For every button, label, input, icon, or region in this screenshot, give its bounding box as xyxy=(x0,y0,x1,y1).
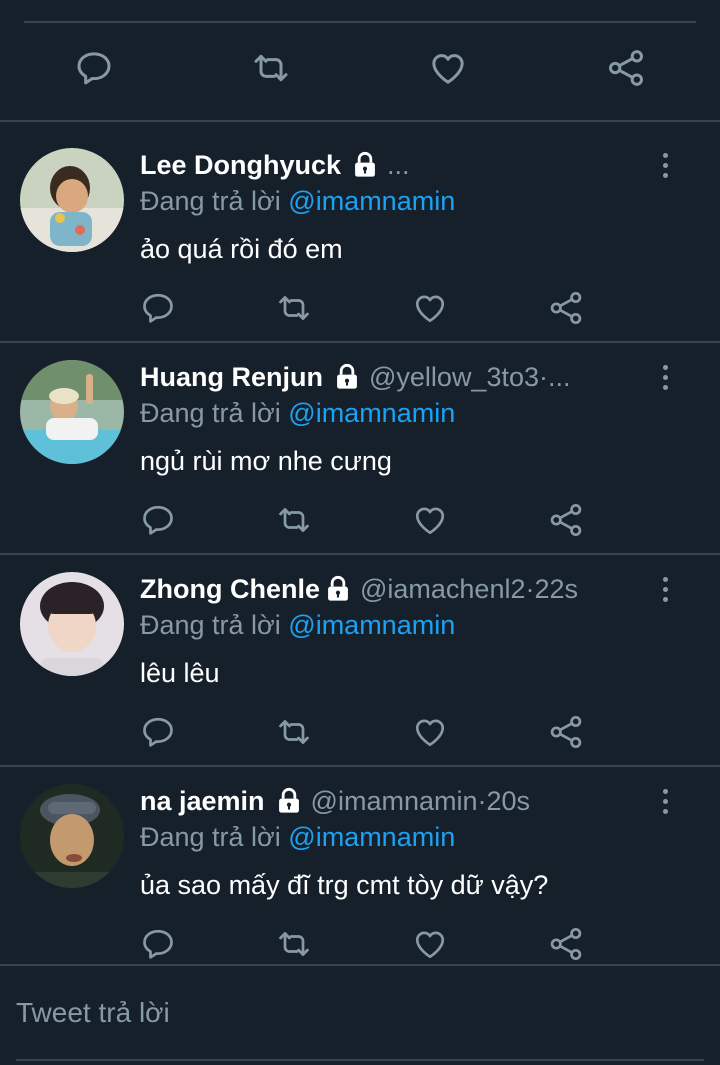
more-options-button[interactable] xyxy=(650,569,680,609)
retweet-button[interactable] xyxy=(275,926,313,962)
display-name[interactable]: Zhong Chenle xyxy=(140,571,320,607)
like-button[interactable] xyxy=(412,502,448,538)
retweet-icon xyxy=(275,290,313,326)
reply-tweet[interactable]: Lee Donghyuck ... Đang trả lời @imamnami… xyxy=(0,130,720,340)
lock-icon xyxy=(324,575,352,603)
tweet-text: ngủ rùi mơ nhe cưng xyxy=(140,446,392,476)
heart-icon xyxy=(412,714,448,750)
share-button[interactable] xyxy=(548,714,584,750)
more-options-button[interactable] xyxy=(650,145,680,185)
share-icon xyxy=(548,714,584,750)
reply-button[interactable] xyxy=(140,714,176,750)
separator-dot: · xyxy=(477,786,487,816)
truncated-marker: ... xyxy=(387,150,410,180)
timestamp: 20s xyxy=(486,786,531,816)
reply-tweet[interactable]: Huang Renjun @yellow_3to3 · ... Đang trả… xyxy=(0,342,720,552)
reply-button[interactable] xyxy=(74,48,114,88)
retweet-icon xyxy=(275,502,313,538)
divider xyxy=(0,964,720,966)
heart-icon xyxy=(428,48,468,88)
tweet-text: lêu lêu xyxy=(140,658,220,688)
separator-dot: · xyxy=(539,362,549,392)
top-divider xyxy=(24,21,696,23)
retweet-button[interactable] xyxy=(275,714,313,750)
display-name[interactable]: na jaemin xyxy=(140,783,265,819)
main-tweet-actions xyxy=(0,40,720,100)
reply-icon xyxy=(140,926,176,962)
like-button[interactable] xyxy=(412,714,448,750)
reply-icon xyxy=(140,290,176,326)
mention-link[interactable]: @imamnamin xyxy=(288,186,455,216)
more-options-button[interactable] xyxy=(650,781,680,821)
replying-to: Đang trả lời @imamnamin xyxy=(140,607,455,643)
like-button[interactable] xyxy=(428,48,468,88)
share-button[interactable] xyxy=(606,48,646,88)
reply-tweet[interactable]: na jaemin @imamnamin · 20s Đang trả lời … xyxy=(0,766,720,976)
replying-label: Đang trả lời xyxy=(140,610,281,640)
reply-icon xyxy=(74,48,114,88)
heart-icon xyxy=(412,290,448,326)
author-line: Lee Donghyuck ... xyxy=(140,147,410,183)
tweet-text: ủa sao mấy đĩ trg cmt tòy dữ vậy? xyxy=(140,870,549,900)
replying-label: Đang trả lời xyxy=(140,186,281,216)
divider xyxy=(0,120,720,122)
reply-tweet[interactable]: Zhong Chenle @iamachenl2 · 22s Đang trả … xyxy=(0,554,720,764)
display-name[interactable]: Lee Donghyuck xyxy=(140,147,341,183)
retweet-icon xyxy=(275,926,313,962)
retweet-button[interactable] xyxy=(275,290,313,326)
truncated-marker: ... xyxy=(548,362,571,392)
reply-icon xyxy=(140,502,176,538)
share-icon xyxy=(548,290,584,326)
lock-icon xyxy=(351,151,379,179)
avatar[interactable] xyxy=(20,784,124,888)
reply-compose-input[interactable]: Tweet trả lời xyxy=(16,995,704,1031)
replying-to: Đang trả lời @imamnamin xyxy=(140,395,455,431)
retweet-button[interactable] xyxy=(275,502,313,538)
tweet-text: ảo quá rồi đó em xyxy=(140,234,343,264)
avatar[interactable] xyxy=(20,360,124,464)
avatar[interactable] xyxy=(20,572,124,676)
mention-link[interactable]: @imamnamin xyxy=(288,610,455,640)
share-button[interactable] xyxy=(548,926,584,962)
user-handle[interactable]: @imamnamin xyxy=(311,783,478,819)
share-icon xyxy=(548,502,584,538)
user-handle[interactable]: @iamachenl2 xyxy=(360,571,526,607)
share-button[interactable] xyxy=(548,290,584,326)
share-icon xyxy=(606,48,646,88)
heart-icon xyxy=(412,926,448,962)
user-handle[interactable]: @yellow_3to3 xyxy=(369,359,539,395)
separator-dot: · xyxy=(525,574,535,604)
like-button[interactable] xyxy=(412,290,448,326)
share-button[interactable] xyxy=(548,502,584,538)
mention-link[interactable]: @imamnamin xyxy=(288,398,455,428)
timestamp: 22s xyxy=(534,574,579,604)
display-name[interactable]: Huang Renjun xyxy=(140,359,323,395)
compose-underline xyxy=(16,1059,704,1061)
lock-icon xyxy=(333,363,361,391)
replying-label: Đang trả lời xyxy=(140,398,281,428)
more-options-button[interactable] xyxy=(650,357,680,397)
reply-button[interactable] xyxy=(140,926,176,962)
replying-label: Đang trả lời xyxy=(140,822,281,852)
author-line: Zhong Chenle @iamachenl2 · 22s xyxy=(140,571,578,607)
share-icon xyxy=(548,926,584,962)
retweet-icon xyxy=(250,48,292,88)
reply-button[interactable] xyxy=(140,290,176,326)
author-line: na jaemin @imamnamin · 20s xyxy=(140,783,530,819)
avatar[interactable] xyxy=(20,148,124,252)
like-button[interactable] xyxy=(412,926,448,962)
lock-icon xyxy=(275,787,303,815)
replying-to: Đang trả lời @imamnamin xyxy=(140,183,455,219)
author-line: Huang Renjun @yellow_3to3 · ... xyxy=(140,359,571,395)
retweet-icon xyxy=(275,714,313,750)
retweet-button[interactable] xyxy=(250,48,292,88)
replying-to: Đang trả lời @imamnamin xyxy=(140,819,455,855)
reply-icon xyxy=(140,714,176,750)
mention-link[interactable]: @imamnamin xyxy=(288,822,455,852)
reply-button[interactable] xyxy=(140,502,176,538)
heart-icon xyxy=(412,502,448,538)
